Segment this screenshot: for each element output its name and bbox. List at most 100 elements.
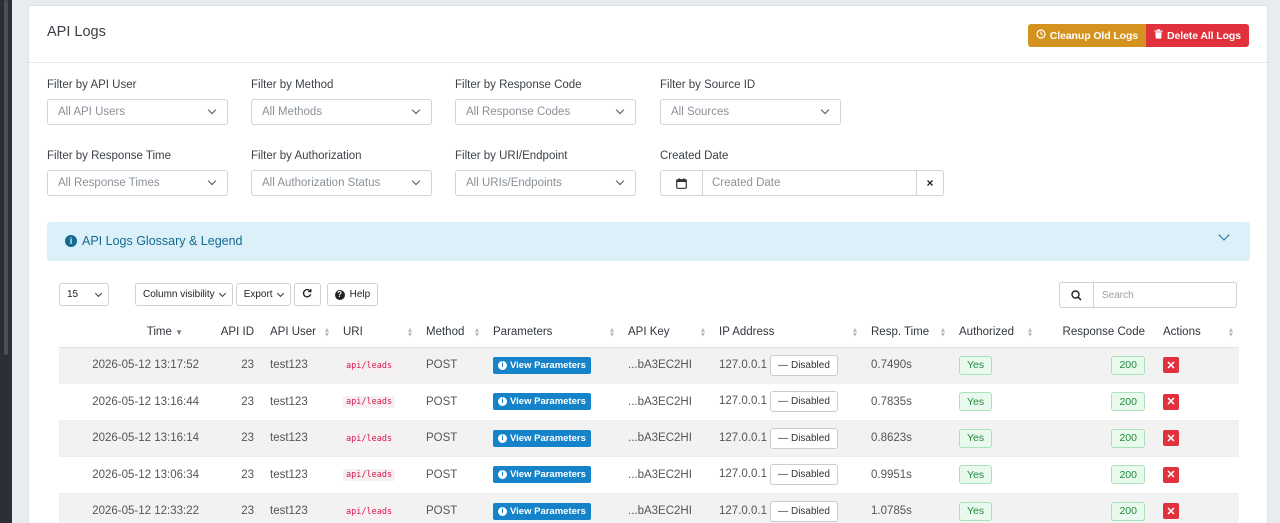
column-header-actions[interactable]: Actions ▴ ▾ xyxy=(1155,317,1239,348)
delete-all-logs-button[interactable]: Delete All Logs xyxy=(1146,24,1249,47)
table-body: 2026-05-12 13:17:52 23 test123 api/leads POS… xyxy=(59,347,1239,523)
view-parameters-button[interactable]: i View Parameters xyxy=(493,356,591,374)
table-row: 2026-05-12 13:06:34 23 test123 api/leads POS… xyxy=(59,456,1239,494)
response-code-select[interactable]: All Response Codes xyxy=(455,99,636,125)
view-parameters-button[interactable]: i View Parameters xyxy=(493,502,591,520)
info-icon: i xyxy=(498,433,507,443)
actions-cell: ✕ xyxy=(1155,493,1239,523)
cleanup-old-logs-button[interactable]: Cleanup Old Logs xyxy=(1027,24,1147,47)
export-button[interactable]: Export xyxy=(235,283,291,306)
chevron-down-icon xyxy=(218,289,226,297)
response-code-badge: 200 xyxy=(1111,501,1145,521)
table-row: 2026-05-12 12:33:22 23 test123 api/leads POS… xyxy=(59,493,1239,523)
view-parameters-button[interactable]: i View Parameters xyxy=(493,393,591,411)
ip-address-cell: 127.0.0.1— Disabled xyxy=(711,347,863,384)
search-input[interactable]: Search xyxy=(1094,283,1236,307)
column-header-response-code[interactable]: Response Code xyxy=(1038,317,1155,348)
column-label: Resp. Time xyxy=(871,325,930,338)
column-header-api-key[interactable]: API Key ▴ ▾ xyxy=(620,317,711,348)
column-header-ip-address[interactable]: IP Address ▴ ▾ xyxy=(711,317,863,348)
view-parameters-label: View Parameters xyxy=(510,469,586,481)
select-value: All Methods xyxy=(262,106,323,118)
ip-status-button[interactable]: — Disabled xyxy=(769,464,838,486)
header-actions: Cleanup Old Logs Delete All Logs xyxy=(1027,24,1249,47)
ip-status-button[interactable]: — Disabled xyxy=(769,427,838,449)
view-parameters-button[interactable]: i View Parameters xyxy=(493,466,591,484)
close-icon: ✕ xyxy=(1166,505,1176,518)
chevron-down-icon[interactable] xyxy=(1218,229,1230,241)
column-visibility-button[interactable]: Column visibility xyxy=(135,283,233,306)
uri-code: api/leads xyxy=(343,469,396,482)
ip-status-button[interactable]: — Disabled xyxy=(769,500,838,522)
select-value: All Sources xyxy=(671,106,730,118)
column-header-uri[interactable]: URI ▴ ▾ xyxy=(335,317,418,348)
ip-status-button[interactable]: — Disabled xyxy=(769,391,838,413)
column-header-time[interactable]: Time ▼ xyxy=(59,317,207,348)
clear-date-button[interactable]: × xyxy=(916,171,943,195)
api-user-select[interactable]: All API Users xyxy=(47,99,228,125)
actions-cell: ✕ xyxy=(1155,347,1239,384)
sort-icon: ▴ ▾ xyxy=(1027,325,1032,339)
delete-log-button[interactable]: ✕ xyxy=(1163,466,1179,483)
api-logs-card: API Logs Cleanup Old Logs Delete All Log… xyxy=(28,5,1268,523)
window-edge xyxy=(0,0,12,523)
ip-status-label: Disabled xyxy=(790,359,830,371)
api-logs-table: Time ▼ API ID API User ▴ ▾ URI ▴ ▾ Method ▴ ▾ … xyxy=(59,317,1239,523)
help-button[interactable]: ? Help xyxy=(326,283,379,306)
column-header-api-id[interactable]: API ID xyxy=(207,317,262,348)
uri-select[interactable]: All URIs/Endpoints xyxy=(455,170,636,196)
column-header-resp-time[interactable]: Resp. Time ▴ ▾ xyxy=(863,317,951,348)
table-row: 2026-05-12 13:16:44 23 test123 api/leads POS… xyxy=(59,383,1239,421)
info-icon: i xyxy=(65,235,77,247)
column-header-authorized[interactable]: Authorized ▴ ▾ xyxy=(951,317,1038,348)
column-header-api-user[interactable]: API User ▴ ▾ xyxy=(262,317,335,348)
method-cell: POST xyxy=(418,347,485,384)
api-id-cell: 23 xyxy=(207,456,262,494)
actions-cell: ✕ xyxy=(1155,456,1239,494)
method-select[interactable]: All Methods xyxy=(251,99,432,125)
table-header-row: Time ▼ API ID API User ▴ ▾ URI ▴ ▾ Method ▴ ▾ … xyxy=(59,317,1239,348)
view-parameters-label: View Parameters xyxy=(510,505,586,517)
delete-all-label: Delete All Logs xyxy=(1167,29,1241,42)
parameters-cell: i View Parameters xyxy=(485,420,620,457)
delete-log-button[interactable]: ✕ xyxy=(1163,430,1179,447)
filter-label: Filter by Response Code xyxy=(455,79,582,91)
method-cell: POST xyxy=(418,383,485,421)
ip-status-label: Disabled xyxy=(790,432,830,444)
response-code-cell: 200 xyxy=(1038,383,1155,421)
page-length-select[interactable]: 15 xyxy=(59,283,109,306)
chevron-down-icon xyxy=(615,107,625,117)
view-parameters-label: View Parameters xyxy=(510,432,586,444)
authorized-cell: Yes xyxy=(951,420,1038,457)
delete-log-button[interactable]: ✕ xyxy=(1163,503,1179,520)
sort-icon: ▴ ▾ xyxy=(474,325,479,339)
column-label: URI xyxy=(343,325,363,338)
filter-label: Filter by API User xyxy=(47,79,137,91)
refresh-button[interactable] xyxy=(293,283,321,306)
column-header-parameters[interactable]: Parameters ▴ ▾ xyxy=(485,317,620,348)
table-row: 2026-05-12 13:16:14 23 test123 api/leads POS… xyxy=(59,420,1239,457)
created-date-group: Created Date × xyxy=(660,170,944,196)
delete-log-button[interactable]: ✕ xyxy=(1163,393,1179,410)
ip-status-button[interactable]: — Disabled xyxy=(769,354,838,376)
response-code-badge: 200 xyxy=(1111,465,1145,485)
column-label: Actions xyxy=(1163,325,1201,338)
scrollbar-handle[interactable] xyxy=(4,0,8,355)
created-date-input[interactable]: Created Date xyxy=(703,171,916,195)
ip-value: 127.0.0.1 xyxy=(719,431,767,444)
authorized-cell: Yes xyxy=(951,456,1038,494)
filter-created-date: Created Date Created Date × xyxy=(660,150,944,196)
column-label: IP Address xyxy=(719,325,775,338)
delete-log-button[interactable]: ✕ xyxy=(1163,357,1179,374)
authorization-select[interactable]: All Authorization Status xyxy=(251,170,432,196)
ip-address-cell: 127.0.0.1— Disabled xyxy=(711,383,863,421)
uri-cell: api/leads xyxy=(335,383,418,421)
source-select[interactable]: All Sources xyxy=(660,99,841,125)
response-time-select[interactable]: All Response Times xyxy=(47,170,228,196)
calendar-icon[interactable] xyxy=(661,171,703,195)
time-cell: 2026-05-12 12:33:22 xyxy=(59,493,207,523)
glossary-accordion[interactable]: i API Logs Glossary & Legend xyxy=(47,222,1250,261)
view-parameters-button[interactable]: i View Parameters xyxy=(493,429,591,447)
column-header-method[interactable]: Method ▴ ▾ xyxy=(418,317,485,348)
help-label: Help xyxy=(349,289,371,300)
